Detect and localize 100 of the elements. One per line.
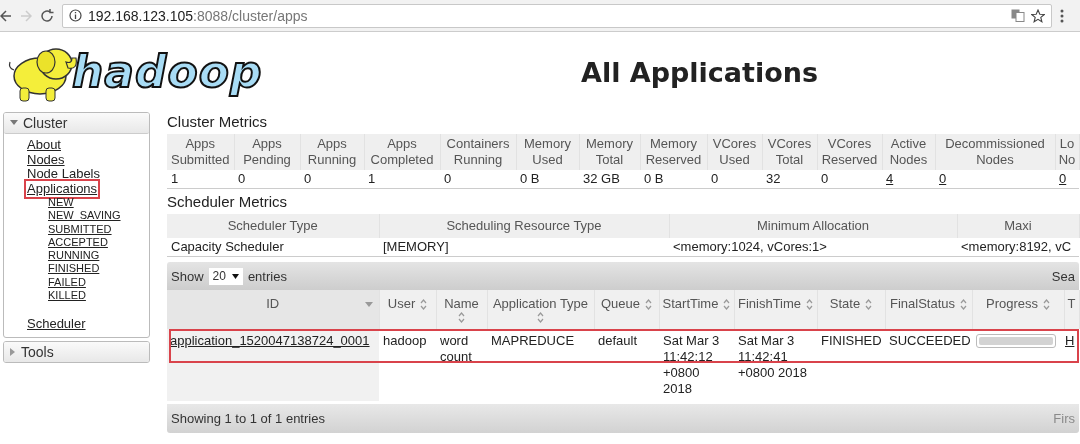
state-link[interactable]: RUNNING [48,249,100,263]
column-header: Scheduling Resource Type [446,218,602,233]
sort-descending-icon[interactable] [364,302,373,308]
column-header[interactable]: Progress [972,290,1064,329]
metric-link[interactable]: 0 [939,171,947,186]
menu-icon[interactable] [1060,8,1064,23]
metric-value: 0 B [644,171,664,186]
metric-value: 1 [171,171,179,186]
metric-value: 0 B [520,171,540,186]
column-header[interactable]: Queue [594,290,659,329]
column-header[interactable]: StartTime [659,290,734,329]
column-header: Apps Completed [370,136,434,167]
sort-icon[interactable] [458,312,465,323]
back-icon[interactable] [0,9,12,22]
panel-title: Tools [21,343,54,360]
column-header: Decommissioned Nodes [945,136,1045,167]
table-cell: <memory:8192, vC [961,239,1072,254]
column-header[interactable]: ID [167,290,379,329]
column-header[interactable]: Name [436,290,487,329]
column-header: VCores Total [767,136,812,167]
panel-header[interactable]: Tools [4,341,149,362]
column-header[interactable]: User [379,290,436,329]
table-cell: <memory:1024, vCores:1> [673,239,827,254]
sort-icon[interactable] [806,298,814,310]
column-header[interactable]: FinalStatus [885,290,972,329]
column-header[interactable]: FinishTime [734,290,817,329]
column-header: Maxi [1004,218,1032,233]
sort-icon[interactable] [960,298,967,310]
caret-right-icon [10,347,16,356]
address-host: 192.168.123.105 [88,7,194,24]
metric-value: 0 [238,171,246,186]
sort-icon[interactable] [537,312,544,323]
sort-icon[interactable] [1043,298,1050,310]
sort-icon[interactable] [420,298,428,310]
tracking-link[interactable]: H [1065,333,1075,348]
search-label: Sea [1051,268,1075,284]
metric-value: 0 [821,171,829,186]
sidebar-link[interactable]: About [27,138,61,153]
state-link[interactable]: NEW_SAVING [48,209,121,223]
state-link[interactable]: NEW [48,196,74,210]
table-cell: Sat Mar 3 11:42:41 +0800 2018 [738,333,808,380]
metric-value: 0 [711,171,719,186]
state-link[interactable]: ACCEPTED [48,235,108,250]
table-cell: SUCCEEDED [889,333,971,348]
column-header: Memory Used [524,136,571,167]
table-cell: [MEMORY] [383,239,449,254]
star-icon[interactable] [1031,8,1045,23]
column-header: Lo No [1058,136,1076,167]
column-header: Scheduler Type [227,218,318,233]
metric-value: 0 [304,171,312,186]
table-cell: Sat Mar 3 11:42:12 +0800 2018 [663,333,720,396]
panel-title: Cluster [23,115,68,131]
column-header: VCores Reserved [821,136,878,167]
logo-text: hadoop [72,50,263,94]
sort-icon[interactable] [645,298,652,310]
sidebar-link[interactable]: Nodes [27,152,65,167]
metric-value: 32 GB [583,171,620,186]
table-cell: Capacity Scheduler [171,239,284,254]
caret-down-icon [231,273,239,279]
state-link[interactable]: KILLED [48,289,86,303]
application-link[interactable]: application_1520047138724_0001 [170,333,370,348]
metric-value: 1 [368,171,376,186]
metric-link[interactable]: 0 [1059,171,1067,186]
sidebar-link[interactable]: Applications [27,181,98,196]
column-header: Apps Pending [243,136,291,167]
table-cell: MAPREDUCE [491,333,575,348]
sort-icon[interactable] [723,298,731,310]
state-link[interactable]: FAILED [48,275,86,290]
address-bar[interactable]: 192.168.123.105:8088/cluster/apps [62,3,1052,28]
column-header[interactable]: State [817,290,885,329]
table-cell: hadoop [383,333,427,348]
state-link[interactable]: FINISHED [48,262,100,276]
page-title: All Applications [581,56,819,88]
column-header: Containers Running [446,136,510,167]
entries-label: entries [247,268,287,284]
column-header: Active Nodes [889,136,928,167]
column-header: Apps Submitted [170,136,230,167]
column-header: Memory Total [586,136,633,167]
entries-summary: Showing 1 to 1 of 1 entries [171,411,325,426]
caret-down-icon [10,120,18,126]
sidebar-link[interactable]: Scheduler [27,317,86,332]
address-path: :8088/cluster/apps [193,7,308,24]
column-header: VCores Used [712,136,757,167]
column-header: Minimum Allocation [757,218,869,233]
page-size-select[interactable]: 20 [208,267,243,285]
table-cell: word count [440,333,472,364]
table-cell: FINISHED [821,333,882,348]
column-header[interactable]: Application Type [487,290,594,329]
metric-link[interactable]: 4 [886,171,894,186]
info-icon[interactable] [69,9,82,22]
metric-value: 0 [444,171,452,186]
state-link[interactable]: SUBMITTED [48,222,112,236]
show-label: Show [171,268,204,284]
table-cell: default [598,333,638,348]
sort-icon[interactable] [865,298,873,310]
sidebar-item[interactable]: Node Labels [27,167,100,182]
column-header: Memory Reserved [645,136,702,167]
reload-icon[interactable] [40,8,54,23]
panel-header[interactable]: Cluster [4,113,149,134]
metric-value: 32 [766,171,781,186]
